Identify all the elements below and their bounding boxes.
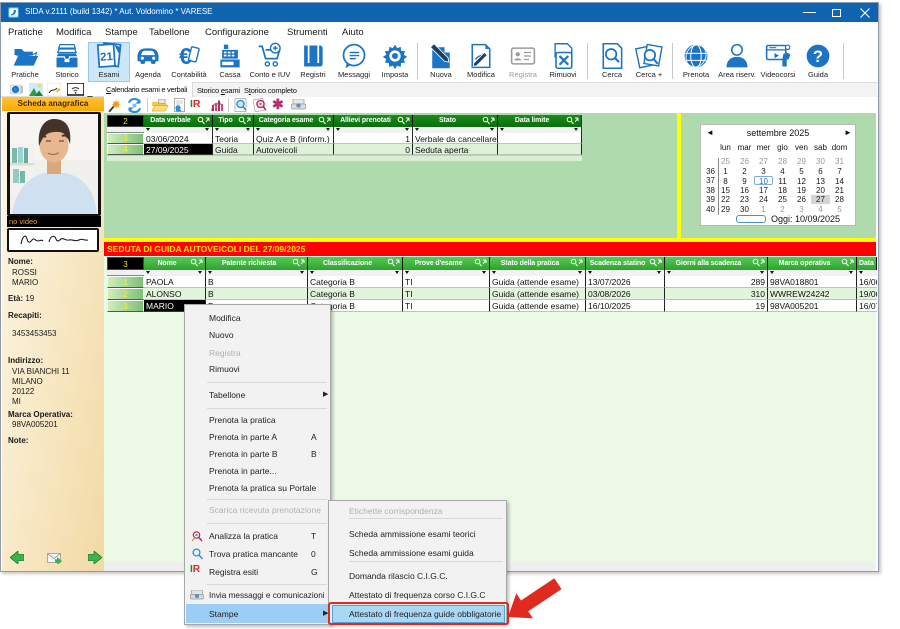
svg-text:21: 21 xyxy=(100,51,113,64)
svg-text:?: ? xyxy=(813,47,823,66)
svg-text:€: € xyxy=(179,43,192,69)
